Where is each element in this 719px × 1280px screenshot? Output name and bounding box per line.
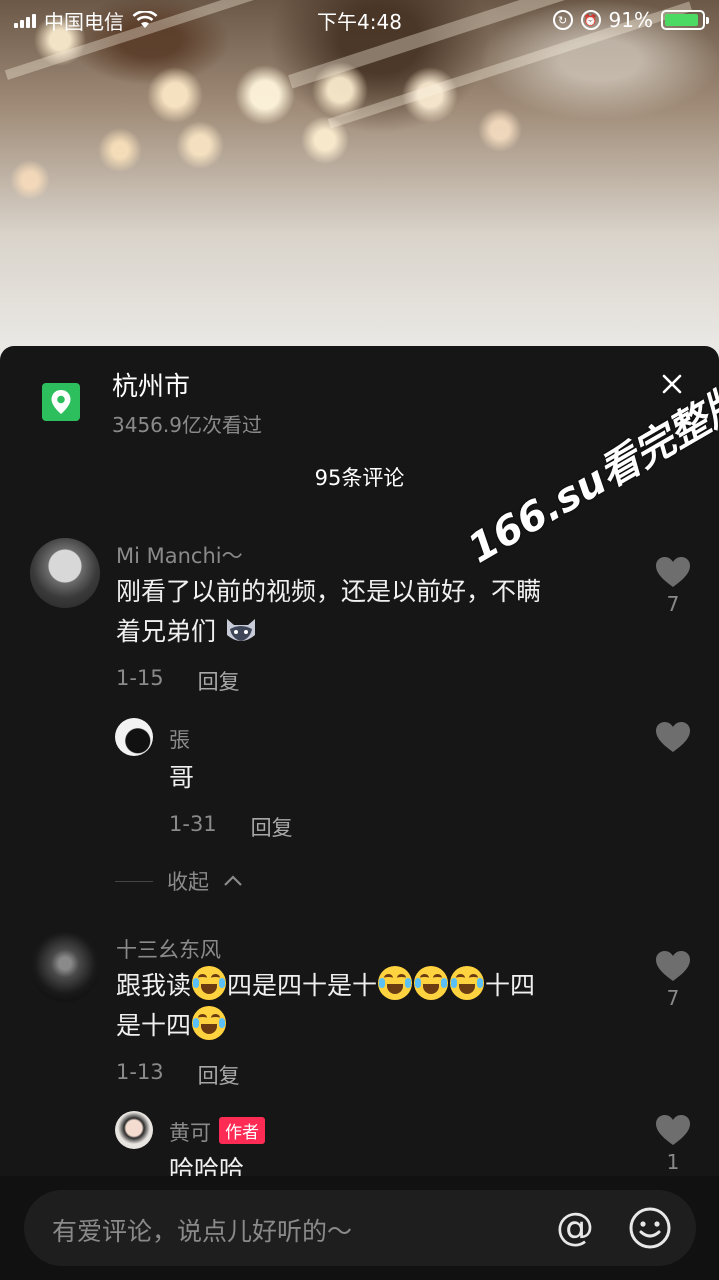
crying-laughing-emoji-icon [378,966,413,1000]
comment-text-part: 十四 [485,971,536,1000]
like-button[interactable]: 7 [653,556,693,616]
comment-meta: 1-13 回复 [116,1060,240,1090]
comment-input-placeholder[interactable]: 有爱评论，说点儿好听的～ [52,1212,352,1248]
reply-username[interactable]: 張 [169,724,190,754]
like-button[interactable] [653,721,693,753]
reply-meta: 1-31 回复 [169,812,293,842]
like-count: 1 [666,1150,680,1174]
reply-button[interactable]: 回复 [198,666,240,696]
cat-emoji-icon [226,619,255,641]
divider [115,880,153,882]
video-background-image [0,0,719,360]
comment-text-part: 跟我读 [116,971,192,1000]
like-count: 7 [666,592,680,616]
comment-username[interactable]: Mi Manchi～ [116,540,243,570]
reply-button[interactable]: 回复 [251,812,293,842]
battery-percent: 91% [608,8,653,32]
signal-strength-icon [14,12,36,28]
wifi-icon [132,11,158,28]
battery-icon [661,10,709,30]
avatar[interactable] [30,538,100,608]
heart-icon [656,1115,690,1145]
reply-button[interactable]: 回复 [198,1060,240,1090]
orientation-lock-icon: ↻ [552,10,573,30]
like-count: 7 [666,986,680,1010]
like-button[interactable]: 7 [653,950,693,1010]
avatar[interactable] [115,1111,153,1149]
comment-text-line: 刚看了以前的视频，还是以前好，不瞒 [116,577,542,606]
collapse-replies-button[interactable]: 收起 [115,866,243,896]
close-icon [662,374,682,394]
comment-text-part: 是十四 [116,1011,192,1040]
location-pin-icon[interactable] [42,383,80,421]
crying-laughing-emoji-icon [414,966,449,1000]
mention-button[interactable]: @ [552,1204,598,1250]
status-bar: 中国电信 下午4:48 ↻ ⏰ 91% [0,0,719,40]
comment-text: 跟我读 四是四十是十 十四 是十四 [116,966,636,1046]
comment-text-part: 四是四十是十 [227,971,378,1000]
author-badge: 作者 [219,1117,265,1144]
smiley-icon [629,1207,671,1249]
comment-meta: 1-15 回复 [116,666,240,696]
emoji-button[interactable] [628,1206,672,1250]
heart-icon [656,722,690,752]
avatar[interactable] [30,932,100,1002]
crying-laughing-emoji-icon [450,966,485,1000]
reply-date: 1-31 [169,812,217,836]
location-title[interactable]: 杭州市 [112,366,190,403]
comment-date: 1-13 [116,1060,164,1084]
comment-text-line: 着兄弟们 [116,617,217,646]
comment-username[interactable]: 十三幺东风 [116,934,221,964]
collapse-label: 收起 [167,870,209,894]
comment-text: 刚看了以前的视频，还是以前好，不瞒 着兄弟们 [116,572,616,652]
comment-date: 1-15 [116,666,164,690]
reply-username: 黄可 作者 [169,1117,265,1147]
location-views: 3456.9亿次看过 [112,413,262,437]
carrier-name: 中国电信 [44,9,124,34]
heart-icon [656,951,690,981]
like-button[interactable]: 1 [653,1114,693,1174]
crying-laughing-emoji-icon [192,1006,227,1040]
alarm-icon: ⏰ [580,10,601,30]
avatar[interactable] [115,718,153,756]
heart-icon [656,557,690,587]
reply-username-text[interactable]: 黄可 [169,1121,211,1145]
reply-text: 哥 [169,763,195,792]
crying-laughing-emoji-icon [192,966,227,1000]
chevron-up-icon [224,875,242,886]
